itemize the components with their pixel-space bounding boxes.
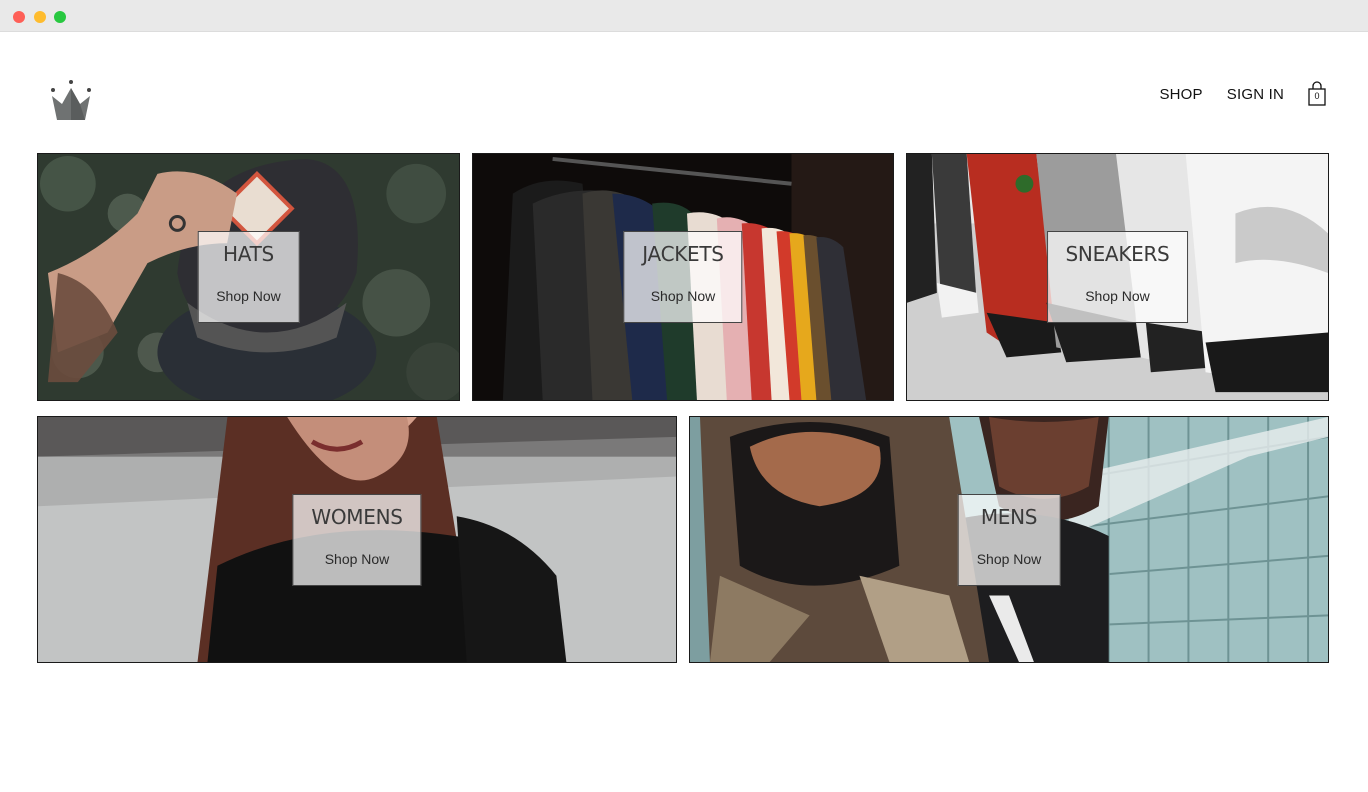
zoom-window-button[interactable] xyxy=(54,11,66,23)
cart-count: 0 xyxy=(1314,91,1320,101)
shop-now-link[interactable]: Shop Now xyxy=(325,551,390,567)
shop-now-link[interactable]: Shop Now xyxy=(216,288,281,304)
shop-now-link[interactable]: Shop Now xyxy=(651,288,716,304)
shop-now-link[interactable]: Shop Now xyxy=(1085,288,1150,304)
category-label: HATS Shop Now xyxy=(197,231,300,323)
shop-link[interactable]: SHOP xyxy=(1159,86,1202,103)
category-tile-mens[interactable]: MENS Shop Now xyxy=(689,416,1329,663)
category-title: JACKETS xyxy=(642,242,724,266)
category-title: HATS xyxy=(223,242,274,266)
category-label: JACKETS Shop Now xyxy=(623,231,743,323)
category-label: MENS Shop Now xyxy=(957,493,1061,586)
cart-button[interactable]: 0 xyxy=(1308,81,1328,107)
category-title: SNEAKERS xyxy=(1065,242,1170,266)
category-tile-womens[interactable]: WOMENS Shop Now xyxy=(37,416,677,663)
close-window-button[interactable] xyxy=(13,11,25,23)
category-title: WOMENS xyxy=(311,504,403,529)
category-label: WOMENS Shop Now xyxy=(292,493,422,586)
sign-in-link[interactable]: SIGN IN xyxy=(1227,86,1284,103)
category-tile-jackets[interactable]: JACKETS Shop Now xyxy=(472,153,894,401)
category-title: MENS xyxy=(980,504,1038,529)
category-tile-sneakers[interactable]: SNEAKERS Shop Now xyxy=(906,153,1329,401)
crown-icon[interactable] xyxy=(48,78,94,124)
header-nav: SHOP SIGN IN 0 xyxy=(1159,81,1328,107)
minimize-window-button[interactable] xyxy=(34,11,46,23)
category-label: SNEAKERS Shop Now xyxy=(1046,231,1189,323)
category-tile-hats[interactable]: HATS Shop Now xyxy=(37,153,460,401)
shop-now-link[interactable]: Shop Now xyxy=(977,551,1042,567)
window-titlebar xyxy=(0,0,1368,32)
